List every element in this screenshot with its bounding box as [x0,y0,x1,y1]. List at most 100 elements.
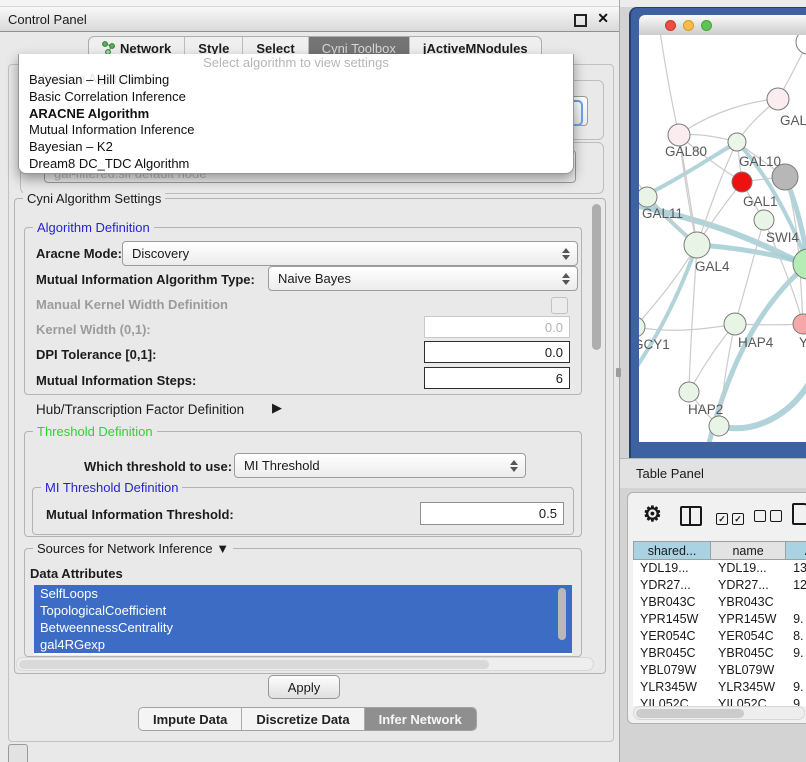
table-row[interactable]: YER054CYER054C8. [633,628,806,645]
table-row[interactable]: YBR043CYBR043C [633,594,806,611]
table-cell[interactable]: YBR045C [633,645,711,662]
mi-type-combobox[interactable]: Naive Bayes [268,266,578,291]
hub-expand-arrow-icon[interactable]: ▶ [272,400,282,416]
settings-vertical-scrollbar[interactable] [592,204,601,350]
control-panel-titlebar[interactable]: Control Panel ✕ [0,7,619,32]
table-row[interactable]: YDR27...YDR27...12 [633,577,806,594]
network-node-gal11[interactable] [639,187,657,207]
sources-collapse-arrow-icon[interactable]: ▼ [216,541,229,556]
collapsed-panel-button[interactable] [8,744,28,762]
table-row[interactable]: YBR045CYBR045C9. [633,645,806,662]
manual-kernel-checkbox[interactable] [551,297,568,314]
network-node[interactable] [709,416,729,436]
table-cell[interactable]: YPR145W [711,611,786,628]
algorithm-option-aracne-algorithm[interactable]: ARACNE Algorithm [19,106,573,123]
apply-button[interactable]: Apply [268,675,340,699]
table-cell[interactable]: YLR345W [633,679,711,696]
table-cell[interactable]: YPR145W [633,611,711,628]
zoom-traffic-light-icon[interactable] [701,20,712,31]
data-attributes-list[interactable]: SelfLoopsTopologicalCoefficientBetweenne… [34,585,572,655]
dpi-tolerance-field[interactable]: 0.0 [424,341,570,363]
network-node-gal1[interactable] [732,172,752,192]
which-threshold-combobox[interactable]: MI Threshold [234,453,526,478]
column-header-shared[interactable]: shared... [633,541,711,560]
network-node-swi4[interactable] [754,210,774,230]
network-edge[interactable] [639,245,697,375]
table-cell[interactable]: YBL079W [711,662,786,679]
table-panel-titlebar[interactable]: Table Panel [620,458,806,488]
table-cell[interactable]: YER054C [633,628,711,645]
algorithm-option-basic-correlation-inference[interactable]: Basic Correlation Inference [19,89,573,106]
table-row[interactable]: YLR345WYLR345W9. [633,679,806,696]
network-view-window[interactable]: GALGAL80GAL10GAL1GAL11SWI4GAL4GCY1HAP4YH… [629,7,806,458]
table-cell[interactable]: YLR345W [711,679,786,696]
table-cell[interactable]: YBR045C [711,645,786,662]
network-node-gal[interactable] [767,88,789,110]
file-icon[interactable] [792,503,806,525]
algorithm-option-dream8-dc-tdc-algorithm[interactable]: Dream8 DC_TDC Algorithm [19,156,573,173]
bottom-tab-infer-network[interactable]: Infer Network [365,708,476,730]
select-all-checkboxes-icon[interactable]: ✓✓ [716,509,748,527]
table-cell[interactable]: 8. [786,628,806,645]
network-edge[interactable] [719,385,806,428]
close-icon[interactable]: ✕ [597,10,609,27]
bottom-tab-impute-data[interactable]: Impute Data [139,708,242,730]
table-cell[interactable]: YBR043C [633,594,711,611]
table-cell[interactable]: 9. [786,679,806,696]
network-graph[interactable]: GALGAL80GAL10GAL1GAL11SWI4GAL4GCY1HAP4YH… [639,35,806,442]
minimize-traffic-light-icon[interactable] [683,20,694,31]
algorithm-option-bayesian-k2[interactable]: Bayesian – K2 [19,139,573,156]
table-cell[interactable]: 9. [786,611,806,628]
mi-threshold-field[interactable]: 0.5 [420,502,564,525]
algorithm-option-mutual-information-inference[interactable]: Mutual Information Inference [19,122,573,139]
close-traffic-light-icon[interactable] [665,20,676,31]
attribute-topologicalcoefficient[interactable]: TopologicalCoefficient [34,602,572,619]
table-cell[interactable]: YIL052C [711,696,786,706]
column-header-a[interactable]: A [786,541,806,560]
table-row[interactable]: YDL19...YDL19...13 [633,560,806,577]
table-cell[interactable]: YDR27... [633,577,711,594]
network-edge[interactable] [679,99,778,135]
attribute-selfloops[interactable]: SelfLoops [34,585,572,602]
network-node-hap4[interactable] [724,313,746,335]
table-cell[interactable] [786,662,806,679]
split-divider-handle[interactable] [616,368,621,377]
attributes-list-scrollbar[interactable] [558,588,566,640]
table-cell[interactable]: YIL052C [633,696,711,706]
table-cell[interactable]: 9. [786,645,806,662]
table-cell[interactable]: YBL079W [633,662,711,679]
kernel-width-field[interactable]: 0.0 [424,316,570,338]
restore-icon[interactable] [574,14,587,27]
network-node-gcy1[interactable] [639,317,645,337]
bottom-tab-discretize-data[interactable]: Discretize Data [242,708,364,730]
network-node[interactable] [772,164,798,190]
aracne-mode-combobox[interactable]: Discovery [122,241,578,266]
table-cell[interactable]: YDR27... [711,577,786,594]
attribute-gal4rgexp[interactable]: gal4RGexp [34,636,572,653]
table-row[interactable]: YIL052CYIL052C9. [633,696,806,706]
table-cell[interactable] [786,594,806,611]
table-horizontal-scrollbar[interactable] [633,706,805,720]
table-cell[interactable]: 12 [786,577,806,594]
table-cell[interactable]: 13 [786,560,806,577]
table-cell[interactable]: YDL19... [633,560,711,577]
table-cell[interactable]: YDL19... [711,560,786,577]
table-cell[interactable]: YBR043C [711,594,786,611]
network-node[interactable] [796,35,806,54]
mi-steps-field[interactable]: 6 [424,367,570,389]
table-cell[interactable]: 9. [786,696,806,706]
network-node-y[interactable] [793,314,806,334]
network-edge[interactable] [709,264,806,442]
column-header-name[interactable]: name [711,541,786,560]
network-edge[interactable] [659,35,679,135]
table-cell[interactable]: YER054C [711,628,786,645]
network-node-gal10[interactable] [728,133,746,151]
network-edge[interactable] [639,324,735,330]
network-node-gal80[interactable] [668,124,690,146]
network-window-titlebar[interactable] [639,15,806,36]
network-node-gal4[interactable] [684,232,710,258]
network-canvas[interactable]: GALGAL80GAL10GAL1GAL11SWI4GAL4GCY1HAP4YH… [639,35,806,442]
attribute-betweennesscentrality[interactable]: BetweennessCentrality [34,619,572,636]
deselect-all-checkboxes-icon[interactable] [754,509,786,527]
network-node-hap2[interactable] [679,382,699,402]
